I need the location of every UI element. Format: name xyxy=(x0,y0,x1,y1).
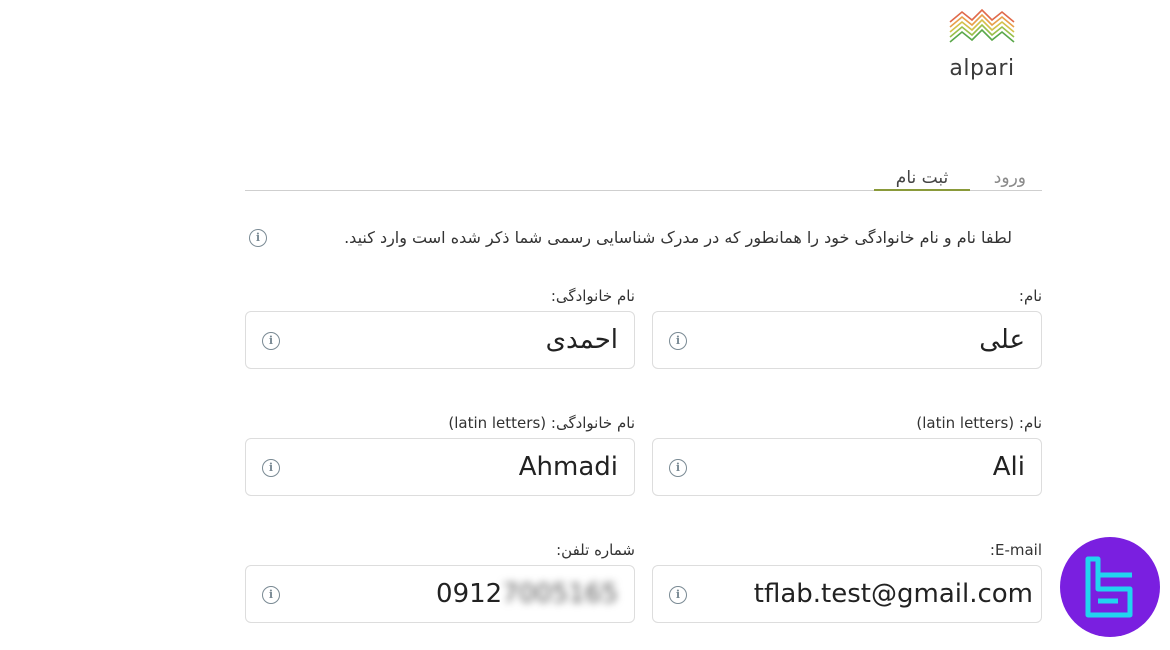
phone-value: 09127005165 xyxy=(436,566,618,624)
first-name-latin-value: Ali xyxy=(992,452,1025,482)
name-notice: لطفا نام و نام خانوادگی خود را همانطور ک… xyxy=(245,224,1012,252)
tflab-logo-icon xyxy=(1085,556,1133,618)
tab-register[interactable]: ثبت نام xyxy=(874,165,970,191)
tflab-badge xyxy=(1060,537,1160,637)
last-name-value: احمدی xyxy=(545,325,618,355)
last-name-latin-field[interactable]: Ahmadi i xyxy=(245,438,635,496)
phone-prefix: 0912 xyxy=(436,579,503,609)
phone-blurred-digits: 7005165 xyxy=(502,579,618,609)
alpari-logo: alpari xyxy=(940,8,1024,81)
phone-label: شماره تلفن: xyxy=(556,541,635,559)
tab-login[interactable]: ورود xyxy=(994,165,1026,191)
first-name-value: علی xyxy=(979,325,1025,355)
info-icon[interactable]: i xyxy=(669,459,687,477)
info-icon[interactable]: i xyxy=(262,459,280,477)
first-name-label: نام: xyxy=(1018,287,1042,305)
last-name-latin-label: نام خانوادگی: (latin letters) xyxy=(448,414,635,432)
info-icon[interactable]: i xyxy=(669,586,687,604)
phone-field[interactable]: 09127005165 i xyxy=(245,565,635,623)
last-name-field[interactable]: احمدی i xyxy=(245,311,635,369)
first-name-latin-field[interactable]: Ali i xyxy=(652,438,1042,496)
info-icon[interactable]: i xyxy=(249,229,267,247)
first-name-field[interactable]: علی i xyxy=(652,311,1042,369)
info-icon[interactable]: i xyxy=(262,332,280,350)
auth-tabs: ورود ثبت نام xyxy=(245,165,1042,191)
alpari-mountain-icon xyxy=(949,8,1015,43)
info-icon[interactable]: i xyxy=(669,332,687,350)
email-label: E-mail: xyxy=(989,541,1042,559)
first-name-latin-label: نام: (latin letters) xyxy=(916,414,1042,432)
last-name-label: نام خانوادگی: xyxy=(550,287,635,305)
alpari-wordmark: alpari xyxy=(949,56,1015,81)
email-value: tflab.test@gmail.com xyxy=(753,579,1033,609)
info-icon[interactable]: i xyxy=(262,586,280,604)
notice-text: لطفا نام و نام خانوادگی خود را همانطور ک… xyxy=(344,228,1012,247)
email-field[interactable]: tflab.test@gmail.com i xyxy=(652,565,1042,623)
last-name-latin-value: Ahmadi xyxy=(518,452,618,482)
